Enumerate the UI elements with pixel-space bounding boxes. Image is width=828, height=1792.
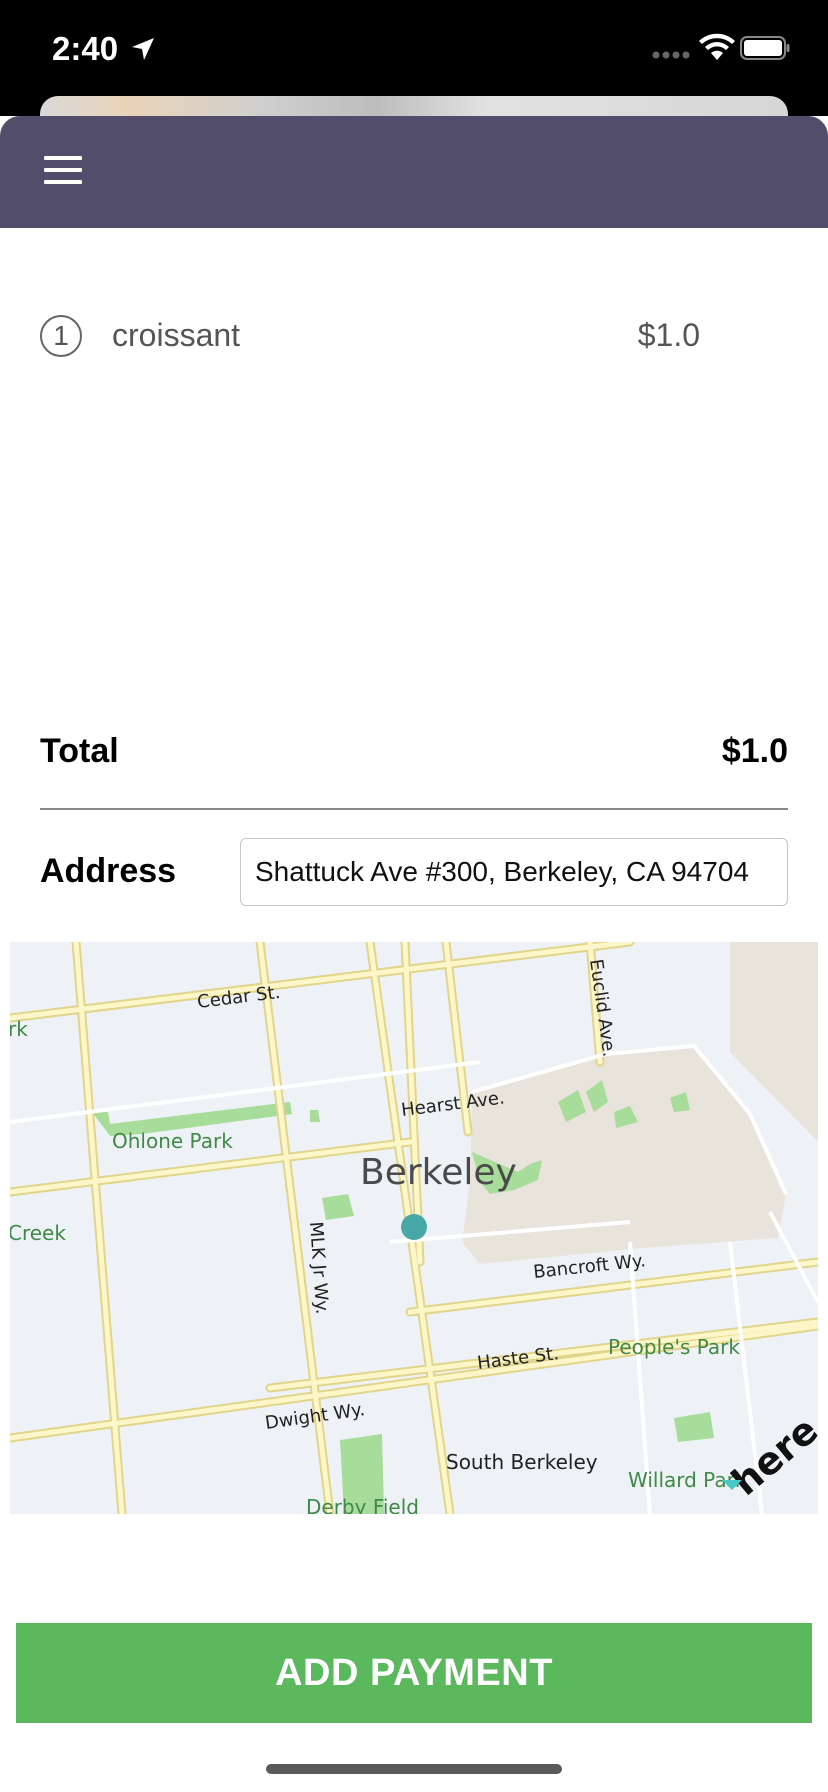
park-label: People's Park — [608, 1335, 740, 1359]
street-label: MLK Jr Wy. — [305, 1221, 332, 1315]
city-label: Berkeley — [360, 1152, 517, 1193]
wifi-icon — [699, 33, 735, 60]
address-label: Address — [40, 852, 177, 890]
item-price: $1.0 — [637, 317, 700, 353]
park-label: Ohlone Park — [112, 1129, 233, 1153]
park-label: Derby Field — [306, 1495, 419, 1514]
quantity-badge: 1 — [40, 315, 82, 357]
cellular-signal-icon — [652, 51, 690, 59]
total-value: $1.0 — [721, 732, 788, 770]
add-payment-button[interactable]: ADD PAYMENT — [16, 1623, 812, 1723]
order-item-row: 1 croissant $1.0 — [40, 315, 788, 359]
status-time: 2:40 — [52, 30, 119, 67]
map-view[interactable]: Cedar St. Euclid Ave. Hearst Ave. Bancro… — [10, 942, 818, 1514]
home-indicator[interactable] — [266, 1764, 562, 1774]
street-label: Euclid Ave. — [585, 958, 620, 1059]
battery-icon — [740, 36, 790, 60]
hamburger-menu-icon[interactable] — [44, 156, 84, 186]
item-name: croissant — [112, 317, 241, 353]
total-label: Total — [40, 732, 119, 770]
divider — [40, 808, 788, 810]
current-location-marker — [401, 1214, 427, 1240]
address-input[interactable] — [240, 838, 788, 906]
park-label: Creek — [10, 1221, 66, 1245]
navigation-bar — [0, 116, 828, 228]
location-arrow-icon — [132, 38, 154, 60]
district-label: South Berkeley — [446, 1450, 598, 1474]
park-label: rk — [10, 1017, 28, 1041]
map-canvas: Cedar St. Euclid Ave. Hearst Ave. Bancro… — [10, 942, 818, 1514]
